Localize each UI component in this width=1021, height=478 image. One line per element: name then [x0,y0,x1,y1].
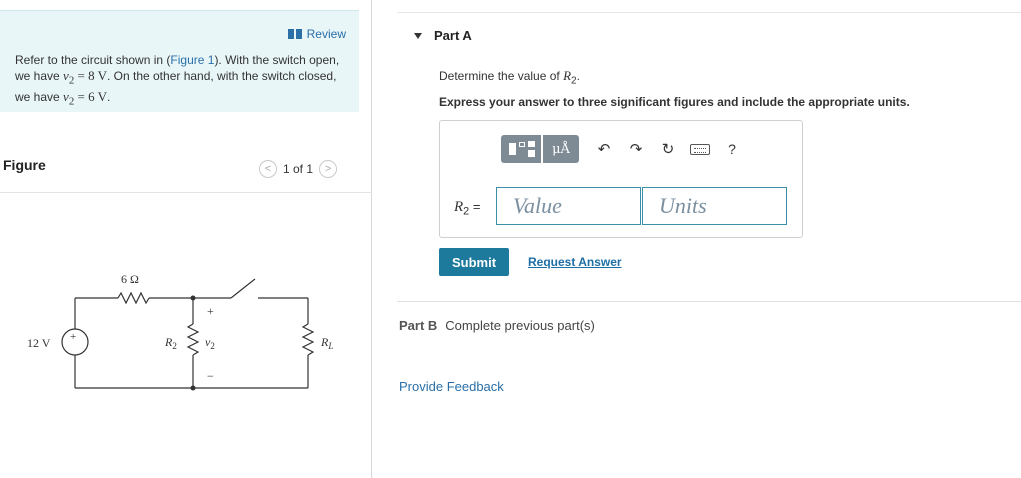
caret-down-icon[interactable] [414,32,422,39]
chevron-right-icon[interactable]: > [319,160,338,178]
answer-label: R2 = [454,199,480,218]
part-a-divider [397,12,1021,13]
circuit-diagram: 6 Ω + 12 V R2 v2 + − RL [27,272,333,391]
question-prefix: Determine the value of [439,69,564,83]
units-input[interactable] [642,187,787,225]
left-panel: Review Refer to the circuit shown in (Fi… [0,0,372,478]
rl-label: RL [320,335,333,351]
part-a-instruction: Express your answer to three significant… [439,95,910,109]
part-b-row: Part B Complete previous part(s) [399,318,595,333]
problem-text: Refer to the circuit shown in (Figure 1)… [15,53,345,109]
v2-closed-value: = 6 V [74,88,107,104]
resistor-6ohm-label: 6 Ω [121,272,139,286]
part-b-status: Complete previous part(s) [445,318,595,333]
templates-button[interactable] [501,135,541,163]
value-input[interactable] [496,187,641,225]
r2-label: R2 [164,335,177,351]
question-variable: R [563,68,572,83]
book-icon [287,29,302,39]
provide-feedback-link[interactable]: Provide Feedback [399,379,504,394]
undo-icon[interactable]: ↶ [589,135,619,163]
reset-icon[interactable]: ↻ [653,135,683,163]
question-suffix: . [576,69,580,83]
rl-subscript: L [327,341,333,351]
v2-minus-sign: − [207,369,214,383]
v2-open-value: = 8 V [74,68,107,83]
redo-icon[interactable]: ↷ [621,135,651,163]
v2-plus-sign: + [207,304,214,318]
source-label: 12 V [27,336,51,350]
answer-box: μÅ ↶ ↷ ↻ ? R2 = [439,120,803,238]
figure-divider [0,192,372,193]
help-icon[interactable]: ? [717,135,747,163]
submit-button[interactable]: Submit [439,248,509,276]
part-a-title: Part A [434,28,472,43]
part-b-label: Part B [399,318,438,333]
v2-subscript: 2 [210,341,215,351]
figure-title: Figure [3,157,46,173]
problem-box: Review Refer to the circuit shown in (Fi… [0,10,359,112]
part-a-question: Determine the value of R2. [439,68,580,86]
request-answer-link[interactable]: Request Answer [528,255,622,269]
units-button[interactable]: μÅ [543,135,579,163]
review-label: Review [306,27,346,41]
review-link[interactable]: Review [287,27,346,41]
v2-label: v2 [205,335,215,351]
figure-pager: < 1 of 1 > [259,160,338,178]
problem-text-4: . [106,89,111,104]
r2-subscript: 2 [172,341,177,351]
right-panel: Part A Determine the value of R2. Expres… [397,0,1021,478]
page-indicator: 1 of 1 [283,162,314,176]
figure-link[interactable]: Figure 1 [170,53,214,67]
equals-sign: = [469,199,481,214]
answer-variable: R [454,199,464,215]
source-plus-sign: + [70,331,76,343]
keyboard-icon[interactable] [685,135,715,163]
part-b-divider [397,301,1021,302]
problem-text-1: Refer to the circuit shown in ( [15,53,171,67]
part-a-header[interactable]: Part A [414,28,472,43]
chevron-left-icon[interactable]: < [259,160,277,178]
math-toolbar: μÅ ↶ ↷ ↻ ? [501,135,747,163]
